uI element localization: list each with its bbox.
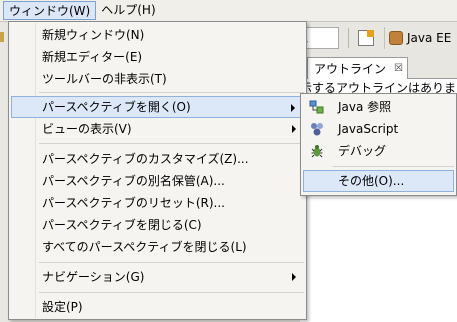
javascript-icon — [311, 123, 323, 136]
submenu-arrow-icon — [292, 125, 296, 133]
java-browsing-icon — [309, 100, 324, 114]
close-icon[interactable]: ☒ — [394, 63, 403, 74]
submenu-item-javascript[interactable]: JavaScript — [303, 118, 454, 140]
menu-separator — [333, 166, 454, 167]
submenu-item-other[interactable]: その他(O)... — [303, 170, 454, 192]
window-menu: 新規ウィンドウ(N) 新規エディター(E) ツールバーの非表示(T) パースペク… — [8, 21, 307, 320]
menu-item-label: パースペクティブを開く(O) — [42, 100, 191, 114]
submenu-arrow-icon — [291, 104, 295, 112]
menu-bar: ウィンドウ(W) ヘルプ(H) — [0, 0, 457, 22]
submenu-item-label: Java 参照 — [338, 100, 392, 114]
menu-item-new-window[interactable]: 新規ウィンドウ(N) — [11, 24, 304, 46]
submenu-item-debug[interactable]: デバッグ — [303, 140, 454, 162]
outline-tab-label: アウトライン — [314, 62, 387, 76]
open-perspective-icon[interactable] — [358, 30, 374, 46]
menu-separator — [39, 292, 304, 293]
menu-item-save-perspective-as[interactable]: パースペクティブの別名保管(A)... — [11, 170, 304, 192]
menu-window[interactable]: ウィンドウ(W) — [3, 1, 97, 20]
submenu-item-java-browsing[interactable]: Java 参照 — [303, 96, 454, 118]
perspective-java-ee-button[interactable]: Java EE — [384, 27, 457, 49]
menu-separator — [39, 92, 304, 93]
tab-outline[interactable]: アウトライン ☒ — [307, 57, 408, 79]
menu-separator — [39, 262, 304, 263]
java-ee-icon — [389, 31, 403, 45]
submenu-item-label: JavaScript — [338, 122, 399, 136]
menu-item-customize-perspective[interactable]: パースペクティブのカスタマイズ(Z)... — [11, 148, 304, 170]
submenu-item-label: その他(O)... — [338, 174, 405, 188]
submenu-item-label: デバッグ — [338, 144, 387, 158]
menu-item-hide-toolbar[interactable]: ツールバーの非表示(T) — [11, 68, 304, 90]
menu-item-close-perspective[interactable]: パースペクティブを閉じる(C) — [11, 214, 304, 236]
menu-separator — [39, 143, 304, 144]
menu-item-open-perspective[interactable]: パースペクティブを開く(O) — [11, 96, 304, 118]
perspective-label: Java EE — [407, 31, 452, 45]
menu-item-navigation[interactable]: ナビゲーション(G) — [11, 266, 304, 288]
menu-item-reset-perspective[interactable]: パースペクティブのリセット(R)... — [11, 192, 304, 214]
menu-item-label: ビューの表示(V) — [42, 122, 132, 136]
menu-item-show-view[interactable]: ビューの表示(V) — [11, 118, 304, 140]
open-perspective-submenu: Java 参照 JavaScript デバッグ その他(O)... — [300, 93, 457, 196]
toolbar-edge-icon — [0, 32, 6, 42]
menu-item-label: ナビゲーション(G) — [42, 270, 145, 284]
menu-item-preferences[interactable]: 設定(P) — [11, 296, 304, 318]
debug-bug-icon — [311, 145, 323, 158]
menu-help[interactable]: ヘルプ(H) — [96, 1, 160, 20]
menu-item-close-all-perspectives[interactable]: すべてのパースペクティブを閉じる(L) — [11, 236, 304, 258]
toolbar-separator — [348, 28, 349, 48]
submenu-arrow-icon — [292, 273, 296, 281]
menu-item-new-editor[interactable]: 新規エディター(E) — [11, 46, 304, 68]
eclipse-window: ウィンドウ(W) ヘルプ(H) ス Java EE アウトライン ☒ 示するアウ… — [0, 0, 457, 322]
